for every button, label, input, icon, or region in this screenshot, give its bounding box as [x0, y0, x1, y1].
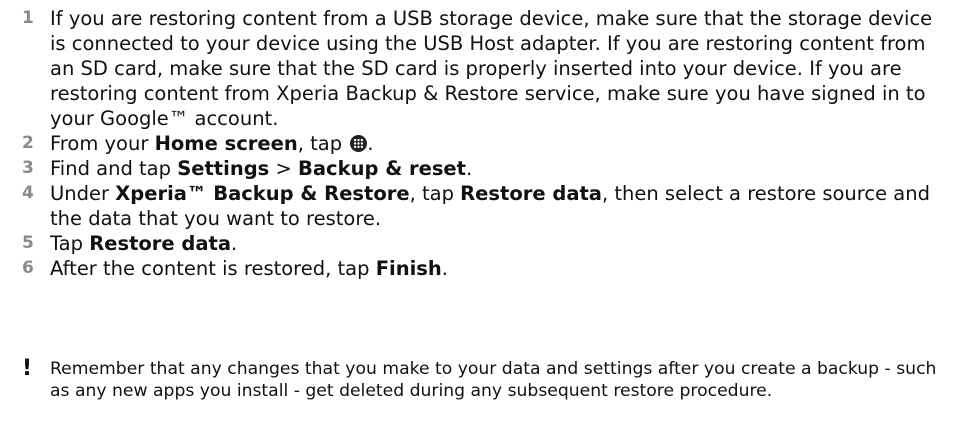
step-number: 2 [22, 133, 34, 153]
step-text: After the content is restored, tap Finis… [50, 257, 448, 280]
settings-label: Settings [177, 157, 270, 180]
step-number: 3 [22, 158, 34, 178]
step-text: Under Xperia™ Backup & Restore, tap Rest… [50, 182, 930, 230]
backup-reset-label: Backup & reset [298, 157, 466, 180]
step-text: If you are restoring content from a USB … [50, 7, 933, 130]
finish-label: Finish [375, 257, 442, 280]
step-text: Tap Restore data. [50, 232, 238, 255]
home-screen-label: Home screen [154, 132, 298, 155]
step-number: 5 [22, 233, 34, 253]
step-number: 6 [22, 258, 34, 278]
step-text: From your Home screen, tap . [50, 132, 374, 155]
apps-icon [350, 135, 368, 152]
note-text: Remember that any changes that you make … [50, 359, 937, 401]
restore-data-label: Restore data [89, 232, 232, 255]
step-number: 1 [22, 8, 34, 28]
step-4: 4 Under Xperia™ Backup & Restore, tap Re… [22, 181, 942, 231]
step-1: 1 If you are restoring content from a US… [22, 6, 942, 131]
note-callout: ! Remember that any changes that you mak… [22, 358, 942, 402]
step-3: 3 Find and tap Settings > Backup & reset… [22, 156, 942, 181]
step-text: Find and tap Settings > Backup & reset. [50, 157, 473, 180]
step-5: 5 Tap Restore data. [22, 231, 942, 256]
exclamation-icon: ! [22, 356, 33, 381]
step-2: 2 From your Home screen, tap . [22, 131, 942, 156]
step-number: 4 [22, 183, 34, 203]
step-6: 6 After the content is restored, tap Fin… [22, 256, 942, 281]
restore-data-label: Restore data [460, 182, 602, 205]
xperia-backup-restore-label: Xperia™ Backup & Restore [115, 182, 410, 205]
steps-list: 1 If you are restoring content from a US… [22, 6, 942, 281]
